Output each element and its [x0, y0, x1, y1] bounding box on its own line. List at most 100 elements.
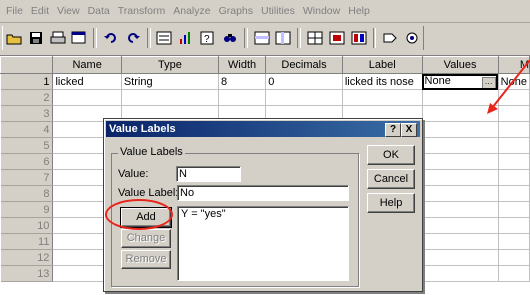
- value-label-input[interactable]: [177, 185, 349, 201]
- row-number[interactable]: 9: [0, 201, 54, 218]
- grid-cell[interactable]: [498, 105, 530, 122]
- split-file-icon[interactable]: [305, 27, 325, 49]
- value-input[interactable]: [176, 166, 241, 182]
- weight-cases-icon[interactable]: [327, 27, 347, 49]
- menu-view[interactable]: View: [53, 5, 84, 17]
- select-cases-icon[interactable]: [349, 27, 369, 49]
- remove-button[interactable]: Remove: [121, 250, 171, 269]
- grid-cell[interactable]: [498, 137, 530, 154]
- grid-cell[interactable]: None…: [422, 73, 499, 90]
- row-number[interactable]: 13: [0, 265, 54, 282]
- grid-cell[interactable]: [498, 153, 530, 170]
- open-icon[interactable]: [4, 27, 24, 49]
- column-header[interactable]: Label: [341, 56, 423, 74]
- grid-cell[interactable]: 8: [218, 73, 267, 90]
- variables-icon[interactable]: ?: [198, 27, 218, 49]
- grid-cell[interactable]: [422, 121, 499, 138]
- use-sets-icon[interactable]: [402, 27, 422, 49]
- column-header[interactable]: Values: [421, 56, 499, 74]
- goto-chart-icon[interactable]: [155, 27, 175, 49]
- grid-cell[interactable]: [342, 89, 423, 106]
- column-header[interactable]: Decimals: [265, 56, 343, 74]
- goto-case-icon[interactable]: [176, 27, 196, 49]
- groupbox-label: Value Labels: [118, 146, 185, 158]
- column-header[interactable]: Width: [217, 56, 267, 74]
- grid-cell[interactable]: [422, 201, 499, 218]
- grid-cell[interactable]: [422, 169, 499, 186]
- grid-cell[interactable]: [218, 89, 267, 106]
- row-number[interactable]: 11: [0, 233, 54, 250]
- insert-cases-icon[interactable]: [252, 27, 272, 49]
- grid-cell[interactable]: [422, 217, 499, 234]
- dialog-title-bar[interactable]: Value Labels ? X: [106, 121, 420, 137]
- row-number[interactable]: 3: [0, 105, 54, 122]
- close-button[interactable]: X: [401, 123, 417, 137]
- grid-cell[interactable]: [422, 137, 499, 154]
- grid-cell[interactable]: String: [121, 73, 220, 90]
- value-labels-icon[interactable]: [380, 27, 400, 49]
- row-number[interactable]: 10: [0, 217, 54, 234]
- find-icon[interactable]: [220, 27, 240, 49]
- grid-cell[interactable]: [422, 249, 499, 266]
- grid-cell[interactable]: [498, 89, 530, 106]
- help-button[interactable]: Help: [367, 193, 415, 213]
- help-context-button[interactable]: ?: [385, 123, 401, 137]
- list-item[interactable]: Y = "yes": [181, 208, 345, 220]
- change-button[interactable]: Change: [121, 229, 171, 248]
- grid-cell[interactable]: [121, 89, 220, 106]
- grid-cell[interactable]: [422, 185, 499, 202]
- grid-cell[interactable]: [422, 153, 499, 170]
- corner-header[interactable]: [0, 56, 54, 74]
- value-labels-list[interactable]: Y = "yes": [177, 206, 349, 281]
- column-header[interactable]: Name: [52, 56, 122, 74]
- grid-cell[interactable]: licked: [52, 73, 122, 90]
- undo-icon[interactable]: [101, 27, 121, 49]
- row-number[interactable]: 8: [0, 185, 54, 202]
- grid-cell[interactable]: [498, 217, 530, 234]
- add-button[interactable]: Add: [120, 207, 172, 228]
- menu-window[interactable]: Window: [299, 5, 344, 17]
- grid-cell[interactable]: [498, 185, 530, 202]
- grid-cell[interactable]: licked its nose: [342, 73, 423, 90]
- grid-cell[interactable]: [422, 89, 499, 106]
- grid-cell[interactable]: 0: [265, 73, 343, 90]
- cancel-button[interactable]: Cancel: [367, 169, 415, 189]
- menu-transform[interactable]: Transform: [114, 5, 169, 17]
- menu-edit[interactable]: Edit: [27, 5, 53, 17]
- insert-variable-icon[interactable]: [274, 27, 294, 49]
- row-number[interactable]: 4: [0, 121, 54, 138]
- grid-cell[interactable]: [422, 233, 499, 250]
- grid-cell[interactable]: [265, 89, 343, 106]
- values-ellipsis-button[interactable]: …: [481, 76, 496, 89]
- grid-cell[interactable]: [498, 169, 530, 186]
- ok-button[interactable]: OK: [367, 145, 415, 165]
- menu-graphs[interactable]: Graphs: [215, 5, 257, 17]
- print-icon[interactable]: [48, 27, 68, 49]
- grid-cell[interactable]: [422, 265, 499, 282]
- column-header[interactable]: M: [497, 56, 530, 74]
- save-icon[interactable]: [26, 27, 46, 49]
- row-number[interactable]: 5: [0, 137, 54, 154]
- grid-cell[interactable]: [498, 121, 530, 138]
- row-number[interactable]: 7: [0, 169, 54, 186]
- row-number[interactable]: 1: [0, 73, 54, 90]
- menu-utilities[interactable]: Utilities: [257, 5, 299, 17]
- grid-cell[interactable]: [498, 233, 530, 250]
- menu-file[interactable]: File: [2, 5, 27, 17]
- grid-cell[interactable]: [498, 265, 530, 282]
- row-number[interactable]: 2: [0, 89, 54, 106]
- menu-analyze[interactable]: Analyze: [169, 5, 214, 17]
- redo-icon[interactable]: [123, 27, 143, 49]
- dialog-recall-icon[interactable]: [69, 27, 89, 49]
- grid-cell[interactable]: [498, 201, 530, 218]
- row-number[interactable]: 12: [0, 249, 54, 266]
- column-header[interactable]: Type: [120, 56, 220, 74]
- menu-help[interactable]: Help: [344, 5, 374, 17]
- row-number[interactable]: 6: [0, 153, 54, 170]
- grid-cell[interactable]: [52, 89, 122, 106]
- cell-value: 0: [268, 75, 275, 88]
- menu-data[interactable]: Data: [84, 5, 114, 17]
- grid-cell[interactable]: None: [498, 73, 530, 90]
- grid-cell[interactable]: [498, 249, 530, 266]
- grid-cell[interactable]: [422, 105, 499, 122]
